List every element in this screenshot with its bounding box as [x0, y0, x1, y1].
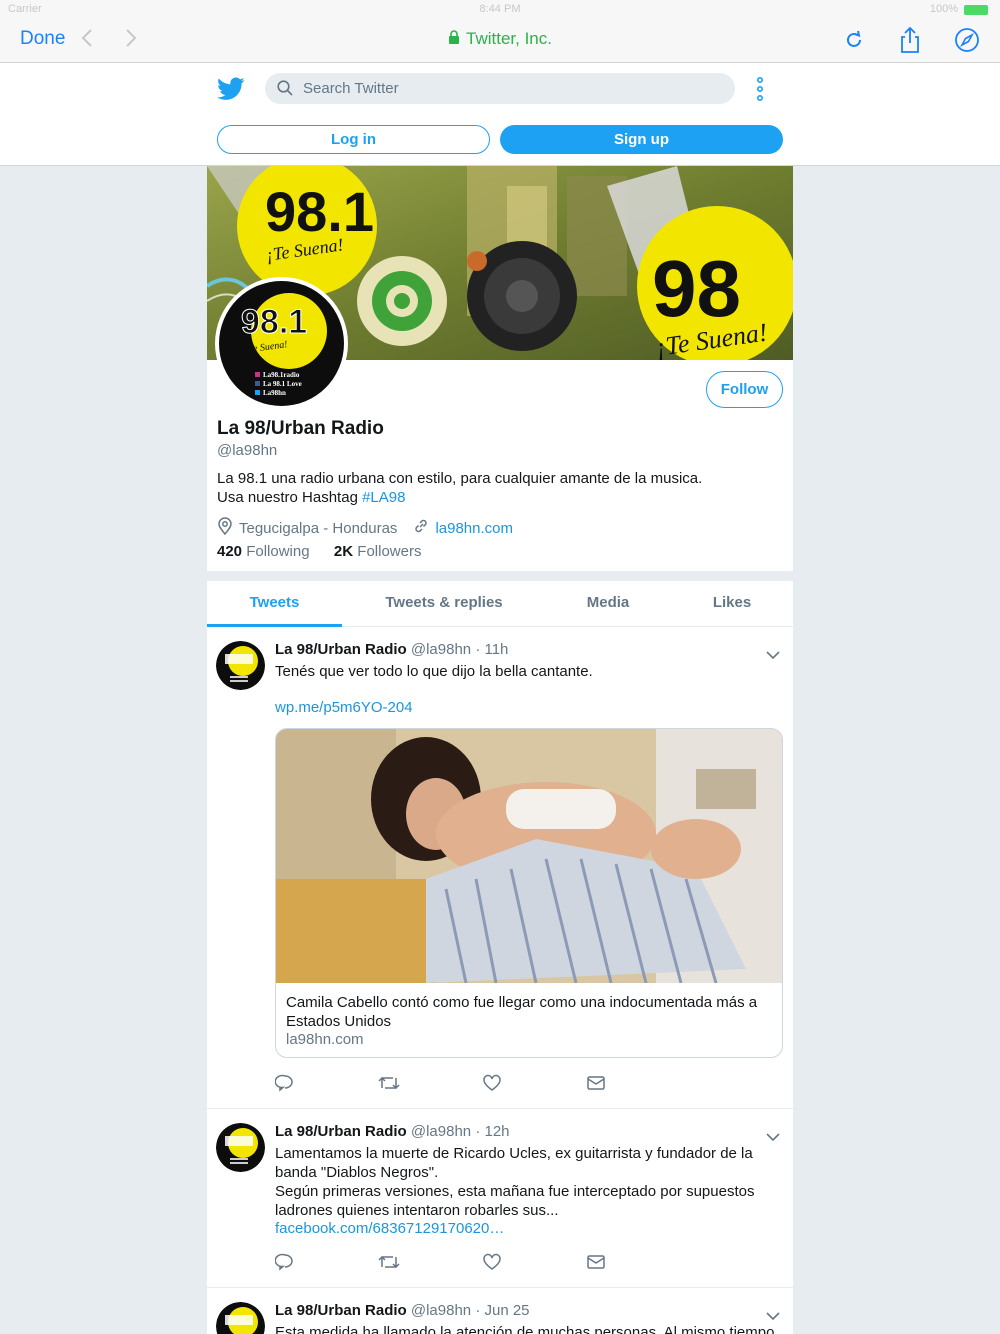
tweet-time[interactable]: · 12h [475, 1123, 509, 1140]
chevron-down-icon[interactable] [765, 1129, 781, 1142]
reload-icon[interactable] [840, 26, 868, 54]
tweet-author-handle: @la98hn [410, 1302, 472, 1319]
reply-icon[interactable] [274, 1073, 295, 1093]
bio-line-2-text: Usa nuestro Hashtag [217, 489, 363, 506]
tweet[interactable]: La 98/Urban Radio @la98hn · 12h Lamentam… [207, 1109, 793, 1288]
banner-logo-right: 98 [652, 244, 741, 333]
tweet-actions [274, 1252, 615, 1272]
battery-icon [964, 5, 988, 15]
tweet-body: La 98/Urban Radio @la98hn · 12h Lamentam… [275, 1122, 783, 1237]
location-pin-icon [217, 517, 239, 539]
link-card[interactable]: Camila Cabello contó como fue llegar com… [275, 728, 783, 1058]
profile-tabs: Tweets Tweets & replies Media Likes [207, 581, 793, 627]
tweet-text: Lamentamos la muerte de Ricardo Ucles, e… [275, 1145, 753, 1181]
direct-message-icon[interactable] [586, 1252, 606, 1272]
profile-bio: La 98.1 una radio urbana con estilo, par… [217, 469, 777, 507]
avatar-social-2: La 98.1 Love [263, 380, 302, 388]
followers-count: 2K [333, 543, 354, 560]
retweet-icon[interactable] [378, 1252, 400, 1272]
signup-button[interactable]: Sign up [500, 125, 783, 154]
avatar-logo: 98.1 [241, 303, 307, 341]
lock-icon [448, 30, 460, 50]
battery-percent: 100% [929, 3, 958, 15]
profile-handle: @la98hn [217, 442, 278, 459]
site-title-text: Twitter, Inc. [466, 29, 552, 48]
tweet-body: La 98/Urban Radio @la98hn · Jun 25 Esta … [275, 1301, 783, 1334]
tab-tweets[interactable]: Tweets [207, 581, 342, 627]
chevron-down-icon[interactable] [765, 1308, 781, 1321]
banner-logo-text: 98.1 [265, 180, 374, 243]
retweet-icon[interactable] [378, 1073, 400, 1093]
profile-card: 98.1 ¡Te Suena! 98 ¡Te Suena! 98.1 ¡Te S… [207, 166, 793, 571]
card-title: Camila Cabello contó como fue llegar com… [286, 994, 758, 1030]
like-heart-icon[interactable] [482, 1073, 502, 1093]
tweet-header: La 98/Urban Radio @la98hn · 12h [275, 1122, 783, 1142]
twitter-header: Log in Sign up [0, 63, 1000, 166]
login-button[interactable]: Log in [217, 125, 490, 154]
tweet-actions [274, 1073, 615, 1093]
search-input[interactable] [303, 73, 723, 104]
profile-name: La 98/Urban Radio [217, 418, 384, 439]
chevron-down-icon[interactable] [765, 647, 781, 660]
card-domain: la98hn.com [286, 1031, 364, 1048]
search-icon [277, 80, 293, 96]
clock: 8:44 PM [479, 3, 521, 15]
profile-website-link[interactable]: la98hn.com [435, 520, 513, 537]
tweet-timeline: La 98/Urban Radio @la98hn · 11h Tenés qu… [207, 627, 793, 1334]
link-icon [413, 518, 435, 538]
safari-toolbar: Done Twitter, Inc. [0, 18, 1000, 63]
tweet-avatar[interactable] [216, 641, 265, 690]
tweet-text: Esta medida ha llamado la atención de mu… [275, 1324, 775, 1334]
profile-avatar[interactable]: 98.1 ¡Te Suena! La98.1radio La 98.1 Love… [215, 277, 348, 410]
tweet-header: La 98/Urban Radio @la98hn · 11h [275, 640, 783, 660]
tweet-header: La 98/Urban Radio @la98hn · Jun 25 [275, 1301, 783, 1321]
tweet-avatar[interactable] [216, 1123, 265, 1172]
tweet-text: Tenés que ver todo lo que dijo la bella … [275, 663, 593, 680]
tweet-author-name[interactable]: La 98/Urban Radio [275, 1302, 407, 1319]
following-stat[interactable]: 420 Following [217, 543, 310, 560]
following-count: 420 [217, 543, 243, 560]
search-box[interactable] [265, 73, 735, 104]
follow-button[interactable]: Follow [706, 371, 783, 408]
twitter-bird-icon[interactable] [217, 77, 245, 101]
tweet-avatar[interactable] [216, 1302, 265, 1334]
tweet[interactable]: La 98/Urban Radio @la98hn · Jun 25 Esta … [207, 1288, 793, 1334]
hashtag-link[interactable]: #LA98 [362, 489, 405, 506]
like-heart-icon[interactable] [482, 1252, 502, 1272]
bio-line-1: La 98.1 una radio urbana con estilo, par… [217, 470, 703, 487]
tab-tweets-replies[interactable]: Tweets & replies [355, 581, 533, 627]
tweet-author-handle: @la98hn [410, 1123, 472, 1140]
tweet-link[interactable]: wp.me/p5m6YO-204 [275, 699, 783, 716]
reply-icon[interactable] [274, 1252, 295, 1272]
tweet-author-name[interactable]: La 98/Urban Radio [275, 641, 407, 658]
more-options-icon[interactable] [754, 76, 766, 102]
avatar-social-1: La98.1radio [263, 371, 300, 379]
share-icon[interactable] [896, 26, 924, 54]
tweet-author-handle: @la98hn [410, 641, 472, 658]
card-image [276, 729, 782, 983]
tweet-link[interactable]: facebook.com/68367129170620… [275, 1220, 783, 1237]
followers-stat[interactable]: 2K Followers [334, 543, 422, 560]
following-label: Following [246, 543, 310, 560]
profile-meta: Tegucigalpa - Honduras la98hn.com [217, 517, 513, 539]
tweet-time[interactable]: · Jun 25 [475, 1302, 529, 1319]
followers-label: Followers [357, 543, 422, 560]
status-bar: Carrier 8:44 PM 100% [0, 0, 1000, 18]
compass-icon[interactable] [953, 26, 981, 54]
bio-line-2: Usa nuestro Hashtag #LA98 [217, 488, 777, 507]
profile-location: Tegucigalpa - Honduras [239, 519, 398, 537]
tab-media[interactable]: Media [557, 581, 659, 627]
tweet-time[interactable]: · 11h [475, 641, 508, 658]
avatar-social-3: La98hn [263, 389, 286, 397]
tweet-text-continued: Según primeras versiones, esta mañana fu… [275, 1183, 755, 1219]
tab-likes[interactable]: Likes [687, 581, 777, 627]
profile-stats: 420 Following 2K Followers [217, 543, 421, 560]
tweet-body: La 98/Urban Radio @la98hn · 11h Tenés qu… [275, 640, 783, 716]
tweet[interactable]: La 98/Urban Radio @la98hn · 11h Tenés qu… [207, 627, 793, 1109]
tweet-author-name[interactable]: La 98/Urban Radio [275, 1123, 407, 1140]
direct-message-icon[interactable] [586, 1073, 606, 1093]
